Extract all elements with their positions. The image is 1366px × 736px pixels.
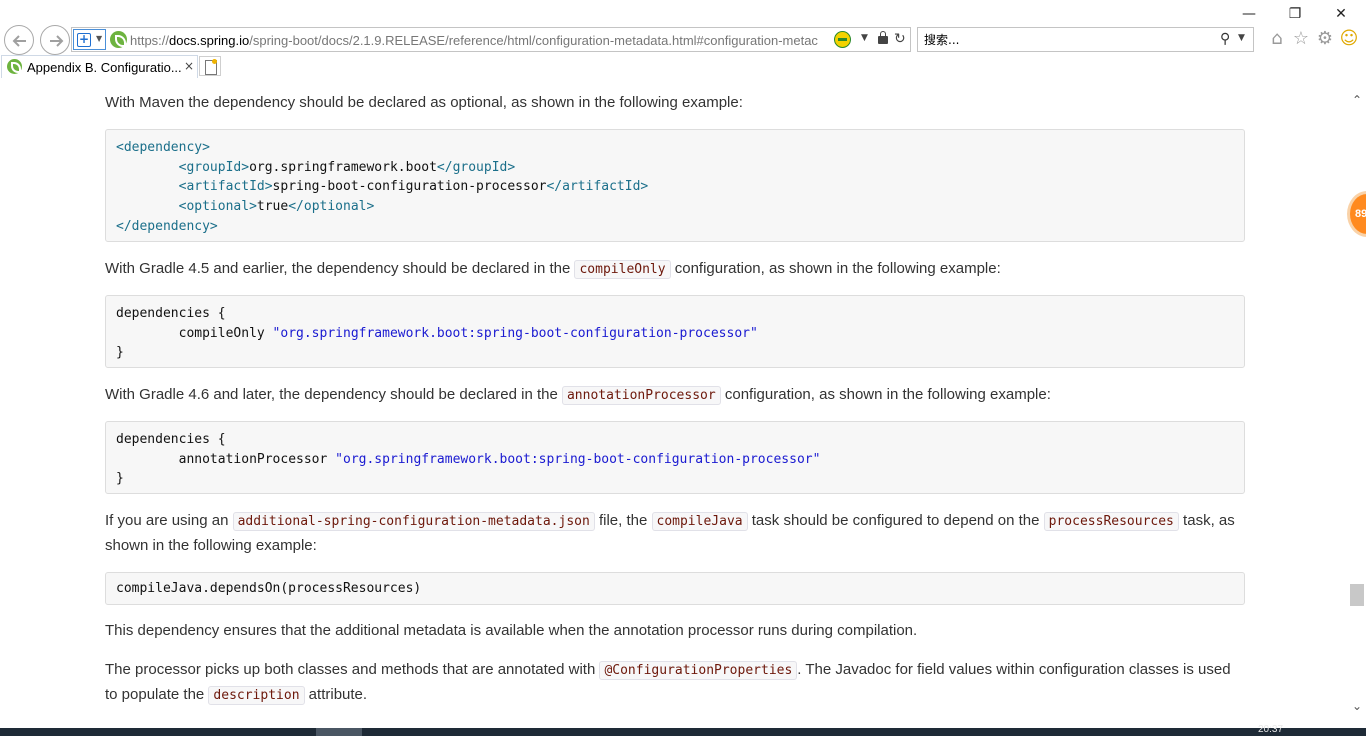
paragraph-text: file, the bbox=[594, 512, 652, 529]
code-string: "org.springframework.boot:spring-boot-co… bbox=[272, 325, 758, 341]
url-host: docs.spring.io bbox=[169, 33, 250, 48]
scroll-up-icon[interactable]: ⌃ bbox=[1351, 94, 1363, 106]
address-bar[interactable]: + ▼ https://docs.spring.io/spring-boot/d… bbox=[71, 27, 911, 52]
code-line: dependencies { bbox=[116, 306, 226, 321]
site-info-button[interactable]: + ▼ bbox=[73, 29, 106, 50]
new-tab-button[interactable] bbox=[199, 56, 221, 76]
paragraph-text: The processor picks up both classes and … bbox=[105, 661, 600, 678]
compatibility-view-icon[interactable] bbox=[834, 31, 851, 48]
inline-code: compileOnly bbox=[574, 260, 671, 279]
search-input[interactable] bbox=[924, 31, 1204, 48]
page-content: With Maven the dependency should be decl… bbox=[0, 78, 1348, 728]
gear-icon[interactable]: ⚙ bbox=[1314, 28, 1336, 50]
xml-tag: </groupId> bbox=[436, 159, 516, 175]
spring-favicon-icon bbox=[110, 31, 127, 48]
paragraph-text: With Gradle 4.5 and earlier, the depende… bbox=[105, 260, 575, 277]
xml-tag: <artifactId> bbox=[178, 179, 273, 195]
close-window-button[interactable]: ✕ bbox=[1330, 4, 1352, 24]
url-scheme: https:// bbox=[130, 33, 170, 48]
inline-code: @ConfigurationProperties bbox=[599, 661, 798, 680]
url-path: /spring-boot/docs/2.1.9.RELEASE/referenc… bbox=[249, 33, 818, 48]
scroll-down-icon[interactable]: ⌄ bbox=[1351, 700, 1363, 712]
smiley-icon[interactable]: ☺ bbox=[1338, 28, 1360, 50]
gradle46-code-listing: dependencies { annotationProcessor "org.… bbox=[105, 421, 1245, 494]
taskbar-item[interactable] bbox=[316, 728, 362, 736]
restore-button[interactable]: ❐ bbox=[1284, 4, 1306, 24]
plus-icon: + bbox=[77, 32, 91, 47]
minimize-button[interactable]: — bbox=[1238, 4, 1260, 24]
paragraph-text: configuration, as shown in the following… bbox=[670, 260, 1001, 277]
back-button[interactable] bbox=[4, 25, 34, 55]
xml-tag: </dependency> bbox=[116, 218, 218, 234]
vertical-scrollbar[interactable]: ⌃ ⌄ bbox=[1348, 78, 1366, 728]
taskbar-clock: 20:37 bbox=[1258, 724, 1284, 735]
inline-code: annotationProcessor bbox=[561, 386, 721, 405]
tab-close-icon[interactable]: × bbox=[184, 58, 194, 75]
code-token: compileOnly bbox=[178, 325, 273, 341]
paragraph-text: task should be configured to depend on t… bbox=[747, 512, 1044, 529]
code-string: "org.springframework.boot:spring-boot-co… bbox=[335, 451, 821, 467]
arrow-left-icon bbox=[12, 35, 26, 47]
maven-code-listing: <dependency> <groupId>org.springframewor… bbox=[105, 129, 1245, 242]
address-dropdown-icon[interactable]: ▼ bbox=[861, 33, 868, 43]
xml-value: org.springframework.boot bbox=[249, 159, 437, 175]
forward-button[interactable] bbox=[40, 25, 70, 55]
paragraph-text: If you are using an bbox=[105, 512, 233, 529]
inline-code: description bbox=[208, 686, 305, 705]
scroll-thumb[interactable] bbox=[1350, 584, 1364, 606]
chevron-down-icon: ▼ bbox=[96, 34, 103, 43]
compile-java-code-listing: compileJava.dependsOn(processResources) bbox=[105, 572, 1245, 605]
tab-title: Appendix B. Configuratio... bbox=[27, 60, 182, 75]
ensures-paragraph: This dependency ensures that the additio… bbox=[105, 622, 918, 639]
xml-tag: <dependency> bbox=[116, 140, 210, 155]
gradle45-intro-paragraph: With Gradle 4.5 and earlier, the depende… bbox=[105, 257, 1245, 282]
xml-tag: </optional> bbox=[288, 199, 375, 215]
home-icon[interactable]: ⌂ bbox=[1266, 28, 1288, 50]
tab-configuration-metadata[interactable]: Appendix B. Configuratio... × bbox=[1, 55, 198, 78]
search-dropdown-icon[interactable]: ▼ bbox=[1238, 33, 1245, 43]
code-line: } bbox=[116, 345, 124, 361]
xml-value: spring-boot-configuration-processor bbox=[272, 179, 547, 195]
lock-icon[interactable] bbox=[878, 31, 888, 44]
xml-tag: </artifactId> bbox=[546, 179, 649, 195]
inline-code: processResources bbox=[1043, 512, 1179, 531]
arrow-right-icon bbox=[50, 35, 64, 47]
spring-tab-favicon-icon bbox=[7, 59, 22, 74]
paragraph-text: attribute. bbox=[304, 686, 368, 703]
url-text[interactable]: https://docs.spring.io/spring-boot/docs/… bbox=[130, 32, 830, 49]
code-line: dependencies { bbox=[116, 432, 226, 447]
search-icon[interactable]: ⚲ bbox=[1220, 30, 1230, 48]
star-icon[interactable]: ☆ bbox=[1290, 28, 1312, 50]
paragraph-text: configuration, as shown in the following… bbox=[720, 386, 1051, 403]
gradle46-intro-paragraph: With Gradle 4.6 and later, the dependenc… bbox=[105, 383, 1245, 408]
inline-code: additional-spring-configuration-metadata… bbox=[232, 512, 595, 531]
additional-metadata-paragraph: If you are using an additional-spring-co… bbox=[105, 509, 1245, 558]
xml-tag: <optional> bbox=[178, 199, 257, 215]
xml-tag: <groupId> bbox=[178, 159, 250, 175]
xml-value: true bbox=[256, 199, 289, 215]
refresh-icon[interactable]: ↻ bbox=[894, 31, 906, 48]
paragraph-text: With Gradle 4.6 and later, the dependenc… bbox=[105, 386, 562, 403]
code-token: annotationProcessor bbox=[178, 451, 336, 467]
inline-code: compileJava bbox=[651, 512, 748, 531]
maven-intro-paragraph: With Maven the dependency should be decl… bbox=[105, 94, 743, 111]
taskbar: 20:37 bbox=[0, 724, 1366, 736]
gradle45-code-listing: dependencies { compileOnly "org.springfr… bbox=[105, 295, 1245, 368]
code-line: } bbox=[116, 471, 124, 487]
browser-chrome: — ❐ ✕ + ▼ https://docs.spring.io/spring-… bbox=[0, 0, 1366, 78]
processor-paragraph: The processor picks up both classes and … bbox=[105, 658, 1245, 708]
search-box[interactable]: ⚲ ▼ bbox=[917, 27, 1254, 52]
